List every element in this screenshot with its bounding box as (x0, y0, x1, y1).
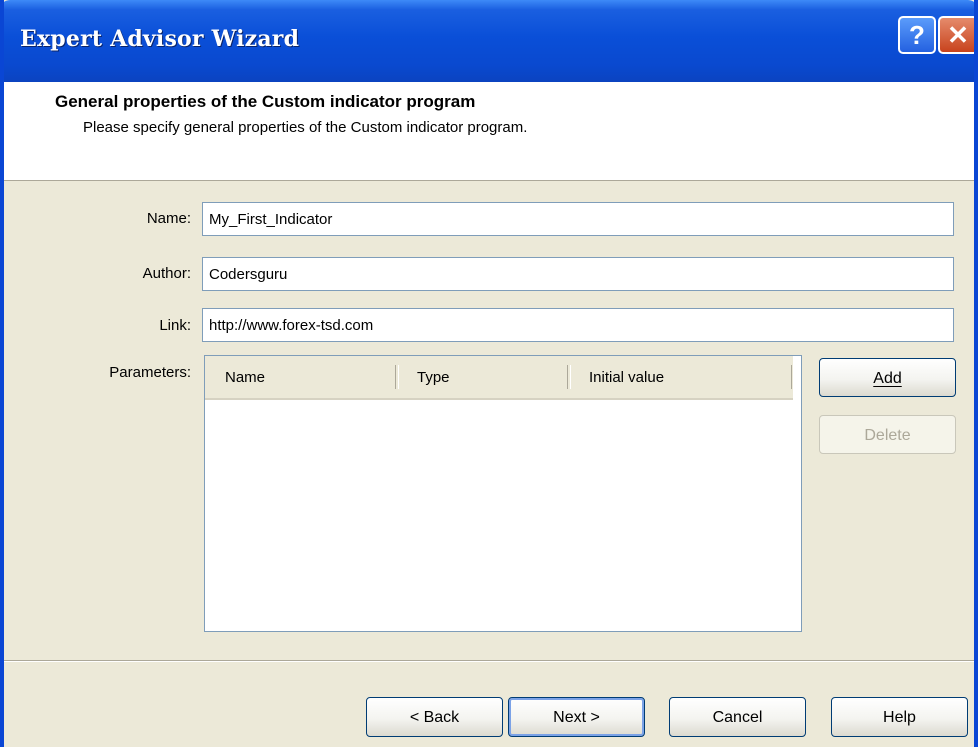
column-header-type[interactable]: Type (397, 356, 567, 398)
author-field[interactable] (202, 257, 954, 291)
name-label: Name: (146, 210, 191, 227)
add-button-label: Add (873, 370, 902, 387)
back-button[interactable]: < Back (366, 697, 503, 737)
link-label: Link: (159, 317, 191, 334)
back-button-label: < Back (409, 709, 460, 726)
footer-divider (4, 660, 974, 662)
link-field[interactable] (202, 308, 954, 342)
name-field[interactable] (202, 202, 954, 236)
help-button[interactable]: Help (831, 697, 968, 737)
delete-button-label: Delete (864, 427, 911, 444)
cancel-button[interactable]: Cancel (669, 697, 806, 737)
add-button[interactable]: Add (819, 358, 956, 397)
parameters-label: Parameters: (109, 364, 191, 381)
wizard-header: General properties of the Custom indicat… (4, 82, 974, 181)
help-button-label: Help (883, 709, 916, 726)
title-bar[interactable]: Expert Advisor Wizard ? ✕ (4, 0, 974, 82)
column-header-initial-value[interactable]: Initial value (569, 356, 791, 398)
cancel-button-label: Cancel (712, 709, 763, 726)
column-divider[interactable] (791, 365, 795, 389)
parameters-table-header: Name Type Initial value (205, 356, 795, 400)
window-title: Expert Advisor Wizard (20, 26, 300, 52)
next-button-label: Next > (553, 709, 600, 726)
help-icon[interactable]: ? (898, 16, 936, 54)
page-title: General properties of the Custom indicat… (55, 92, 476, 111)
parameters-table[interactable]: Name Type Initial value (204, 355, 802, 632)
column-header-name[interactable]: Name (205, 356, 395, 398)
author-label: Author: (142, 265, 191, 282)
close-icon[interactable]: ✕ (938, 16, 974, 54)
delete-button[interactable]: Delete (819, 415, 956, 454)
wizard-window: Expert Advisor Wizard ? ✕ General proper… (0, 0, 978, 747)
next-button[interactable]: Next > (508, 697, 645, 737)
page-subtitle: Please specify general properties of the… (83, 119, 528, 136)
